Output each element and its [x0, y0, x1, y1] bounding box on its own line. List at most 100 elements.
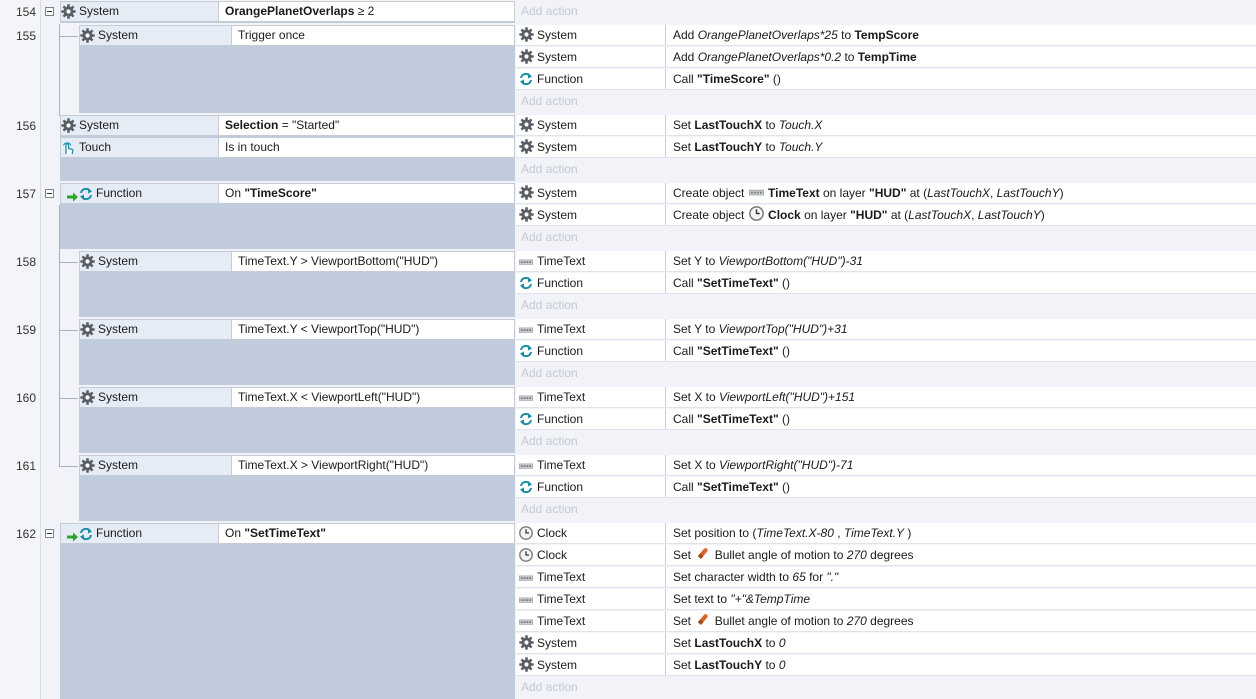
action-text[interactable]: Create object Clock on layer "HUD" at (L… [673, 205, 1045, 225]
action-text[interactable]: Create object TimeText on layer "HUD" at… [673, 183, 1064, 203]
add-action-link[interactable]: Add action [521, 227, 578, 247]
action-text[interactable]: Set LastTouchX to Touch.X [673, 115, 822, 135]
collapse-toggle[interactable] [45, 189, 54, 198]
action-row[interactable]: Function Call "TimeScore" () [516, 69, 1256, 90]
condition-object[interactable]: System [80, 320, 232, 339]
action-row[interactable]: Function Call "SetTimeText" () [516, 409, 1256, 430]
condition-object[interactable]: System [61, 2, 219, 21]
condition-text[interactable]: On "SetTimeText" [219, 524, 326, 543]
action-row[interactable]: System Set LastTouchY to Touch.Y [516, 137, 1256, 158]
condition-row[interactable]: System TimeText.X < ViewportLeft("HUD") [79, 387, 515, 408]
action-object[interactable]: TimeText [516, 611, 666, 631]
condition-row[interactable]: Touch Is in touch [60, 137, 515, 158]
action-text[interactable]: Set character width to 65 for "." [673, 567, 838, 587]
condition-text[interactable]: TimeText.Y > ViewportBottom("HUD") [232, 252, 438, 271]
action-object[interactable]: Function [516, 341, 666, 361]
action-object[interactable]: Clock [516, 523, 666, 543]
condition-row[interactable]: System OrangePlanetOverlaps ≥ 2 [60, 1, 515, 22]
condition-text[interactable]: TimeText.X > ViewportRight("HUD") [232, 456, 428, 475]
action-row[interactable]: TimeText Set Y to ViewportBottom("HUD")-3… [516, 251, 1256, 272]
action-text[interactable]: Set LastTouchY to Touch.Y [673, 137, 822, 157]
action-text[interactable]: Set Bullet angle of motion to 270 degree… [673, 611, 914, 631]
action-row[interactable]: System Set LastTouchX to 0 [516, 633, 1256, 654]
action-object[interactable]: Clock [516, 545, 666, 565]
action-row[interactable]: Clock Set position to (TimeText.X-80 , Ti… [516, 523, 1256, 544]
action-object[interactable]: Function [516, 477, 666, 497]
add-action-link[interactable]: Add action [521, 1, 578, 21]
action-row[interactable]: TimeText Set X to ViewportRight("HUD")-71 [516, 455, 1256, 476]
action-text[interactable]: Set position to (TimeText.X-80 , TimeTex… [673, 523, 911, 543]
event-block[interactable] [60, 523, 515, 699]
action-object[interactable]: TimeText [516, 251, 666, 271]
action-row[interactable]: Function Call "SetTimeText" () [516, 341, 1256, 362]
action-row[interactable]: System Create object TimeText on layer "H… [516, 183, 1256, 204]
condition-row[interactable]: System TimeText.Y > ViewportBottom("HUD") [79, 251, 515, 272]
action-row[interactable]: Function Call "SetTimeText" () [516, 477, 1256, 498]
action-text[interactable]: Call "SetTimeText" () [673, 273, 790, 293]
add-action-link[interactable]: Add action [521, 431, 578, 451]
condition-text[interactable]: OrangePlanetOverlaps ≥ 2 [219, 2, 374, 21]
action-row[interactable]: System Set LastTouchX to Touch.X [516, 115, 1256, 136]
action-text[interactable]: Set Bullet angle of motion to 270 degree… [673, 545, 914, 565]
condition-object[interactable]: Function [61, 184, 219, 203]
condition-text[interactable]: Selection = "Started" [219, 116, 339, 135]
action-text[interactable]: Add OrangePlanetOverlaps*25 to TempScore [673, 25, 919, 45]
condition-text[interactable]: TimeText.Y < ViewportTop("HUD") [232, 320, 419, 339]
action-text[interactable]: Call "TimeScore" () [673, 69, 781, 89]
action-object[interactable]: Function [516, 409, 666, 429]
action-object[interactable]: System [516, 205, 666, 225]
condition-text[interactable]: On "TimeScore" [219, 184, 317, 203]
action-text[interactable]: Set text to "+"&TempTime [673, 589, 810, 609]
action-text[interactable]: Add OrangePlanetOverlaps*0.2 to TempTime [673, 47, 917, 67]
action-row[interactable]: System Set LastTouchY to 0 [516, 655, 1256, 676]
action-row[interactable]: System Add OrangePlanetOverlaps*0.2 to Te… [516, 47, 1256, 68]
condition-object[interactable]: System [80, 252, 232, 271]
condition-text[interactable]: Trigger once [232, 26, 305, 45]
condition-object[interactable]: System [80, 26, 232, 45]
action-text[interactable]: Set X to ViewportLeft("HUD")+151 [673, 387, 855, 407]
action-row[interactable]: TimeText Set X to ViewportLeft("HUD")+151 [516, 387, 1256, 408]
action-row[interactable]: System Add OrangePlanetOverlaps*25 to Tem… [516, 25, 1256, 46]
add-action-link[interactable]: Add action [521, 159, 578, 179]
condition-row[interactable]: Function On "TimeScore" [60, 183, 515, 204]
condition-object[interactable]: Touch [61, 138, 219, 157]
action-row[interactable]: Clock Set Bullet angle of motion to 270 d… [516, 545, 1256, 566]
add-action-link[interactable]: Add action [521, 677, 578, 697]
add-action-link[interactable]: Add action [521, 363, 578, 383]
action-row[interactable]: TimeText Set character width to 65 for ".… [516, 567, 1256, 588]
condition-row[interactable]: System Trigger once [79, 25, 515, 46]
condition-row[interactable]: System TimeText.Y < ViewportTop("HUD") [79, 319, 515, 340]
condition-row[interactable]: System TimeText.X > ViewportRight("HUD") [79, 455, 515, 476]
action-text[interactable]: Call "SetTimeText" () [673, 409, 790, 429]
action-text[interactable]: Set LastTouchY to 0 [673, 655, 786, 675]
collapse-toggle[interactable] [45, 7, 54, 16]
action-object[interactable]: Function [516, 273, 666, 293]
action-object[interactable]: TimeText [516, 567, 666, 587]
condition-text[interactable]: Is in touch [219, 138, 280, 157]
action-text[interactable]: Set LastTouchX to 0 [673, 633, 786, 653]
condition-object[interactable]: System [80, 388, 232, 407]
action-text[interactable]: Set X to ViewportRight("HUD")-71 [673, 455, 853, 475]
action-object[interactable]: System [516, 25, 666, 45]
action-text[interactable]: Call "SetTimeText" () [673, 341, 790, 361]
action-object[interactable]: System [516, 47, 666, 67]
action-text[interactable]: Set Y to ViewportBottom("HUD")-31 [673, 251, 863, 271]
action-object[interactable]: TimeText [516, 387, 666, 407]
add-action-link[interactable]: Add action [521, 295, 578, 315]
action-text[interactable]: Set Y to ViewportTop("HUD")+31 [673, 319, 848, 339]
action-row[interactable]: Function Call "SetTimeText" () [516, 273, 1256, 294]
action-row[interactable]: TimeText Set Y to ViewportTop("HUD")+31 [516, 319, 1256, 340]
action-object[interactable]: System [516, 115, 666, 135]
action-object[interactable]: System [516, 137, 666, 157]
action-row[interactable]: TimeText Set text to "+"&TempTime [516, 589, 1256, 610]
action-object[interactable]: System [516, 633, 666, 653]
action-row[interactable]: System Create object Clock on layer "HUD"… [516, 205, 1256, 226]
action-text[interactable]: Call "SetTimeText" () [673, 477, 790, 497]
action-object[interactable]: TimeText [516, 589, 666, 609]
action-object[interactable]: Function [516, 69, 666, 89]
collapse-toggle[interactable] [45, 529, 54, 538]
condition-object[interactable]: System [61, 116, 219, 135]
action-object[interactable]: System [516, 655, 666, 675]
action-object[interactable]: TimeText [516, 455, 666, 475]
action-object[interactable]: System [516, 183, 666, 203]
